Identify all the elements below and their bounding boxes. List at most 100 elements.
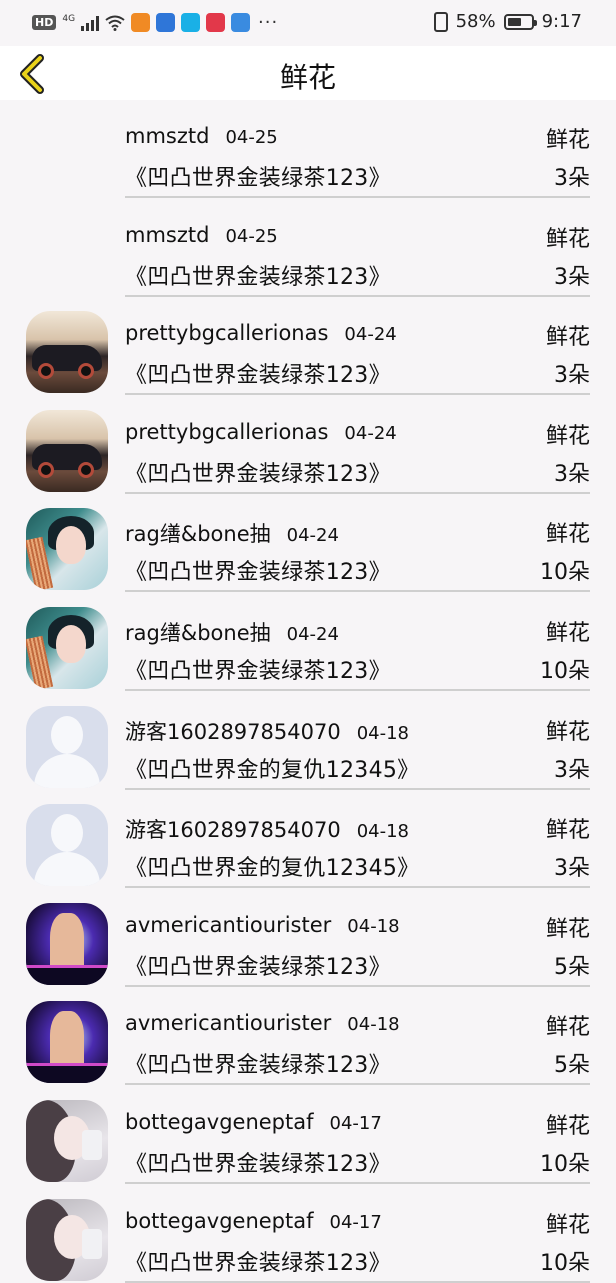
user-line: bottegavgeneptaf 04-17 [125, 1209, 382, 1233]
work-title[interactable]: 《凹凸世界金装绿茶123》 [125, 456, 391, 488]
gift-quantity: 3朵 [554, 461, 590, 487]
user-line: prettybgcallerionas 04-24 [125, 420, 397, 444]
avatar[interactable] [26, 902, 108, 985]
work-title[interactable]: 《凹凸世界金装绿茶123》 [125, 259, 391, 291]
gift-type: 鲜花 [545, 522, 590, 548]
status-left: HD 4G ··· [32, 12, 278, 33]
list-item[interactable]: rag缮&bone抽 04-24 鲜花 《凹凸世界金装绿茶123》 10朵 [0, 593, 616, 692]
username[interactable]: prettybgcallerionas [125, 420, 328, 444]
user-line: mmsztd 04-25 [125, 124, 278, 148]
work-title[interactable]: 《凹凸世界金装绿茶123》 [125, 653, 391, 685]
user-line: mmsztd 04-25 [125, 223, 278, 247]
gift-quantity: 5朵 [554, 1053, 590, 1079]
gift-quantity: 10朵 [540, 1250, 590, 1276]
list-item-content: prettybgcallerionas 04-24 鲜花 《凹凸世界金装绿茶12… [125, 297, 590, 396]
list-item[interactable]: 游客1602897854070 04-18 鲜花 《凹凸世界金的复仇12345》… [0, 692, 616, 791]
date: 04-25 [225, 127, 278, 148]
date: 04-17 [329, 1211, 382, 1233]
page-title: 鲜花 [279, 61, 336, 94]
list-item[interactable]: prettybgcallerionas 04-24 鲜花 《凹凸世界金装绿茶12… [0, 297, 616, 396]
gift-quantity: 10朵 [540, 1151, 590, 1177]
list-item[interactable]: avmericantiourister 04-18 鲜花 《凹凸世界金装绿茶12… [0, 987, 616, 1086]
gift-type: 鲜花 [545, 423, 590, 449]
list-item[interactable]: bottegavgeneptaf 04-17 鲜花 《凹凸世界金装绿茶123》 … [0, 1185, 616, 1283]
avatar[interactable] [26, 606, 108, 689]
app-notification-icon [131, 13, 151, 32]
list-item[interactable]: bottegavgeneptaf 04-17 鲜花 《凹凸世界金装绿茶123》 … [0, 1086, 616, 1185]
username[interactable]: bottegavgeneptaf [125, 1110, 314, 1134]
username[interactable]: rag缮&bone抽 [125, 518, 271, 548]
list-item[interactable]: avmericantiourister 04-18 鲜花 《凹凸世界金装绿茶12… [0, 889, 616, 988]
list-item[interactable]: mmsztd 04-25 鲜花 《凹凸世界金装绿茶123》 3朵 [0, 100, 616, 199]
avatar[interactable] [26, 1099, 108, 1182]
work-title[interactable]: 《凹凸世界金装绿茶123》 [125, 357, 391, 389]
user-line: prettybgcallerionas 04-24 [125, 321, 397, 345]
date: 04-17 [329, 1112, 382, 1134]
list-item-content: bottegavgeneptaf 04-17 鲜花 《凹凸世界金装绿茶123》 … [125, 1086, 590, 1184]
app-notification-icon [181, 13, 201, 32]
list-item-content: mmsztd 04-25 鲜花 《凹凸世界金装绿茶123》 3朵 [125, 199, 590, 297]
gift-quantity: 3朵 [554, 264, 590, 290]
username[interactable]: avmericantiourister [125, 1011, 331, 1035]
list-item[interactable]: prettybgcallerionas 04-24 鲜花 《凹凸世界金装绿茶12… [0, 396, 616, 495]
username[interactable]: rag缮&bone抽 [125, 617, 271, 647]
user-line: rag缮&bone抽 04-24 [125, 617, 339, 647]
gift-type: 鲜花 [545, 719, 590, 745]
date: 04-25 [225, 225, 278, 247]
list-item[interactable]: 游客1602897854070 04-18 鲜花 《凹凸世界金的复仇12345》… [0, 790, 616, 889]
gift-record-list: mmsztd 04-25 鲜花 《凹凸世界金装绿茶123》 3朵 mmsztd … [0, 100, 616, 1283]
work-title[interactable]: 《凹凸世界金装绿茶123》 [125, 949, 391, 981]
avatar[interactable] [26, 804, 108, 887]
list-item[interactable]: mmsztd 04-25 鲜花 《凹凸世界金装绿茶123》 3朵 [0, 199, 616, 298]
avatar[interactable] [26, 1001, 108, 1084]
work-title[interactable]: 《凹凸世界金装绿茶123》 [125, 554, 391, 586]
work-title[interactable]: 《凹凸世界金装绿茶123》 [125, 1245, 391, 1277]
gift-type: 鲜花 [545, 226, 590, 252]
date: 04-24 [344, 422, 397, 444]
username[interactable]: 游客1602897854070 [125, 716, 341, 746]
username[interactable]: mmsztd [125, 124, 209, 148]
hd-badge: HD [32, 15, 57, 30]
wifi-icon [105, 15, 125, 31]
avatar[interactable] [26, 1198, 108, 1281]
username[interactable]: bottegavgeneptaf [125, 1209, 314, 1233]
list-item-content: mmsztd 04-25 鲜花 《凹凸世界金装绿茶123》 3朵 [125, 100, 590, 198]
gift-quantity: 3朵 [554, 856, 590, 882]
list-item[interactable]: rag缮&bone抽 04-24 鲜花 《凹凸世界金装绿茶123》 10朵 [0, 494, 616, 593]
clock: 9:17 [541, 11, 582, 32]
avatar[interactable] [26, 705, 108, 788]
battery-icon [503, 13, 537, 30]
list-item-content: 游客1602897854070 04-18 鲜花 《凹凸世界金的复仇12345》… [125, 692, 590, 790]
list-item-content: bottegavgeneptaf 04-17 鲜花 《凹凸世界金装绿茶123》 … [125, 1185, 590, 1283]
work-title[interactable]: 《凹凸世界金装绿茶123》 [125, 160, 391, 192]
user-line: 游客1602897854070 04-18 [125, 814, 409, 844]
avatar[interactable] [26, 311, 108, 394]
gift-type: 鲜花 [545, 1015, 590, 1041]
gift-type: 鲜花 [545, 128, 590, 153]
battery-fill [507, 17, 521, 26]
username[interactable]: avmericantiourister [125, 913, 331, 937]
gift-type: 鲜花 [545, 325, 590, 351]
gift-type: 鲜花 [545, 1212, 590, 1238]
username[interactable]: 游客1602897854070 [125, 814, 341, 844]
gift-quantity: 10朵 [540, 658, 590, 684]
vibrate-icon [433, 11, 448, 32]
gift-type: 鲜花 [545, 916, 590, 942]
user-line: rag缮&bone抽 04-24 [125, 518, 339, 548]
date: 04-24 [286, 525, 339, 547]
avatar[interactable] [26, 508, 108, 591]
gift-quantity: 3朵 [554, 363, 590, 389]
gift-quantity: 3朵 [554, 757, 590, 783]
list-item-content: rag缮&bone抽 04-24 鲜花 《凹凸世界金装绿茶123》 10朵 [125, 494, 590, 593]
avatar[interactable] [26, 409, 108, 492]
user-line: 游客1602897854070 04-18 [125, 716, 409, 746]
work-title[interactable]: 《凹凸世界金装绿茶123》 [125, 1146, 391, 1178]
work-title[interactable]: 《凹凸世界金的复仇12345》 [125, 850, 420, 882]
date: 04-18 [347, 1014, 400, 1036]
username[interactable]: prettybgcallerionas [125, 321, 328, 345]
work-title[interactable]: 《凹凸世界金的复仇12345》 [125, 752, 420, 784]
user-line: bottegavgeneptaf 04-17 [125, 1110, 382, 1134]
work-title[interactable]: 《凹凸世界金装绿茶123》 [125, 1047, 391, 1079]
username[interactable]: mmsztd [125, 223, 209, 247]
date: 04-18 [356, 722, 410, 744]
